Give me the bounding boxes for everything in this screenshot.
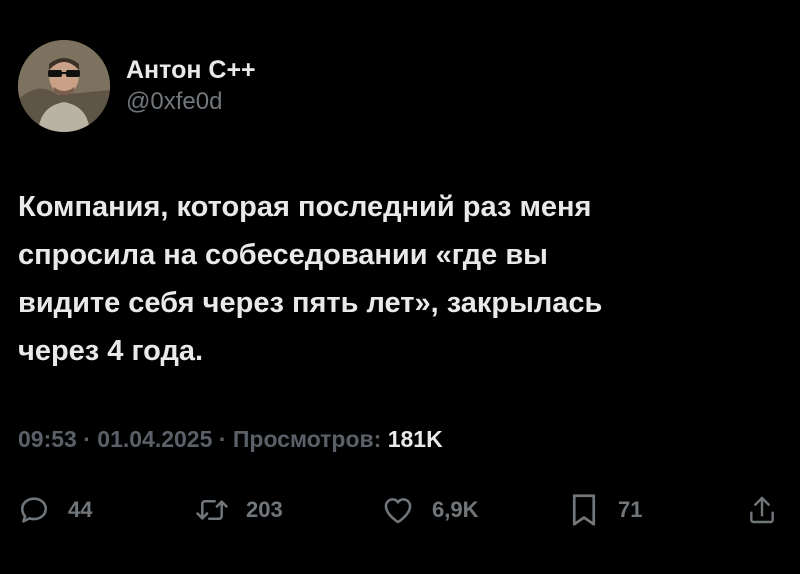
retweet-count: 203 <box>246 497 283 522</box>
reply-icon <box>16 492 52 528</box>
heart-icon <box>380 492 416 528</box>
tweet-card: Антон C++ @0xfe0d Компания, которая посл… <box>0 0 800 574</box>
author-handle[interactable]: @0xfe0d <box>126 87 256 117</box>
retweet-icon <box>194 492 230 528</box>
author-display-name[interactable]: Антон C++ <box>126 55 256 85</box>
views-count[interactable]: 181K <box>388 426 443 452</box>
share-button[interactable] <box>744 490 780 530</box>
reply-count: 44 <box>68 497 93 522</box>
like-button[interactable]: 6,9K <box>380 490 478 530</box>
avatar-image <box>18 40 110 132</box>
bookmark-count: 71 <box>618 497 643 522</box>
avatar[interactable] <box>18 40 110 132</box>
retweet-button[interactable]: 203 <box>194 490 283 530</box>
share-icon <box>744 492 780 528</box>
tweet-header: Антон C++ @0xfe0d <box>18 40 256 132</box>
reply-button[interactable]: 44 <box>16 490 92 530</box>
author-names: Антон C++ @0xfe0d <box>126 55 256 117</box>
action-bar: 44 203 6,9K 71 <box>0 490 800 530</box>
tweet-text: Компания, которая последний раз меня спр… <box>18 191 603 367</box>
like-count: 6,9K <box>432 497 479 522</box>
meta-separator: · <box>212 426 233 452</box>
bookmark-button[interactable]: 71 <box>566 490 642 530</box>
bookmark-icon <box>566 492 602 528</box>
views-label: Просмотров: <box>232 426 382 452</box>
meta-separator: · <box>76 426 98 452</box>
tweet-time[interactable]: 09:53 <box>18 426 77 452</box>
tweet-date[interactable]: 01.04.2025 <box>97 426 212 452</box>
tweet-meta: 09:53 · 01.04.2025 · Просмотров: 181K <box>18 424 443 454</box>
